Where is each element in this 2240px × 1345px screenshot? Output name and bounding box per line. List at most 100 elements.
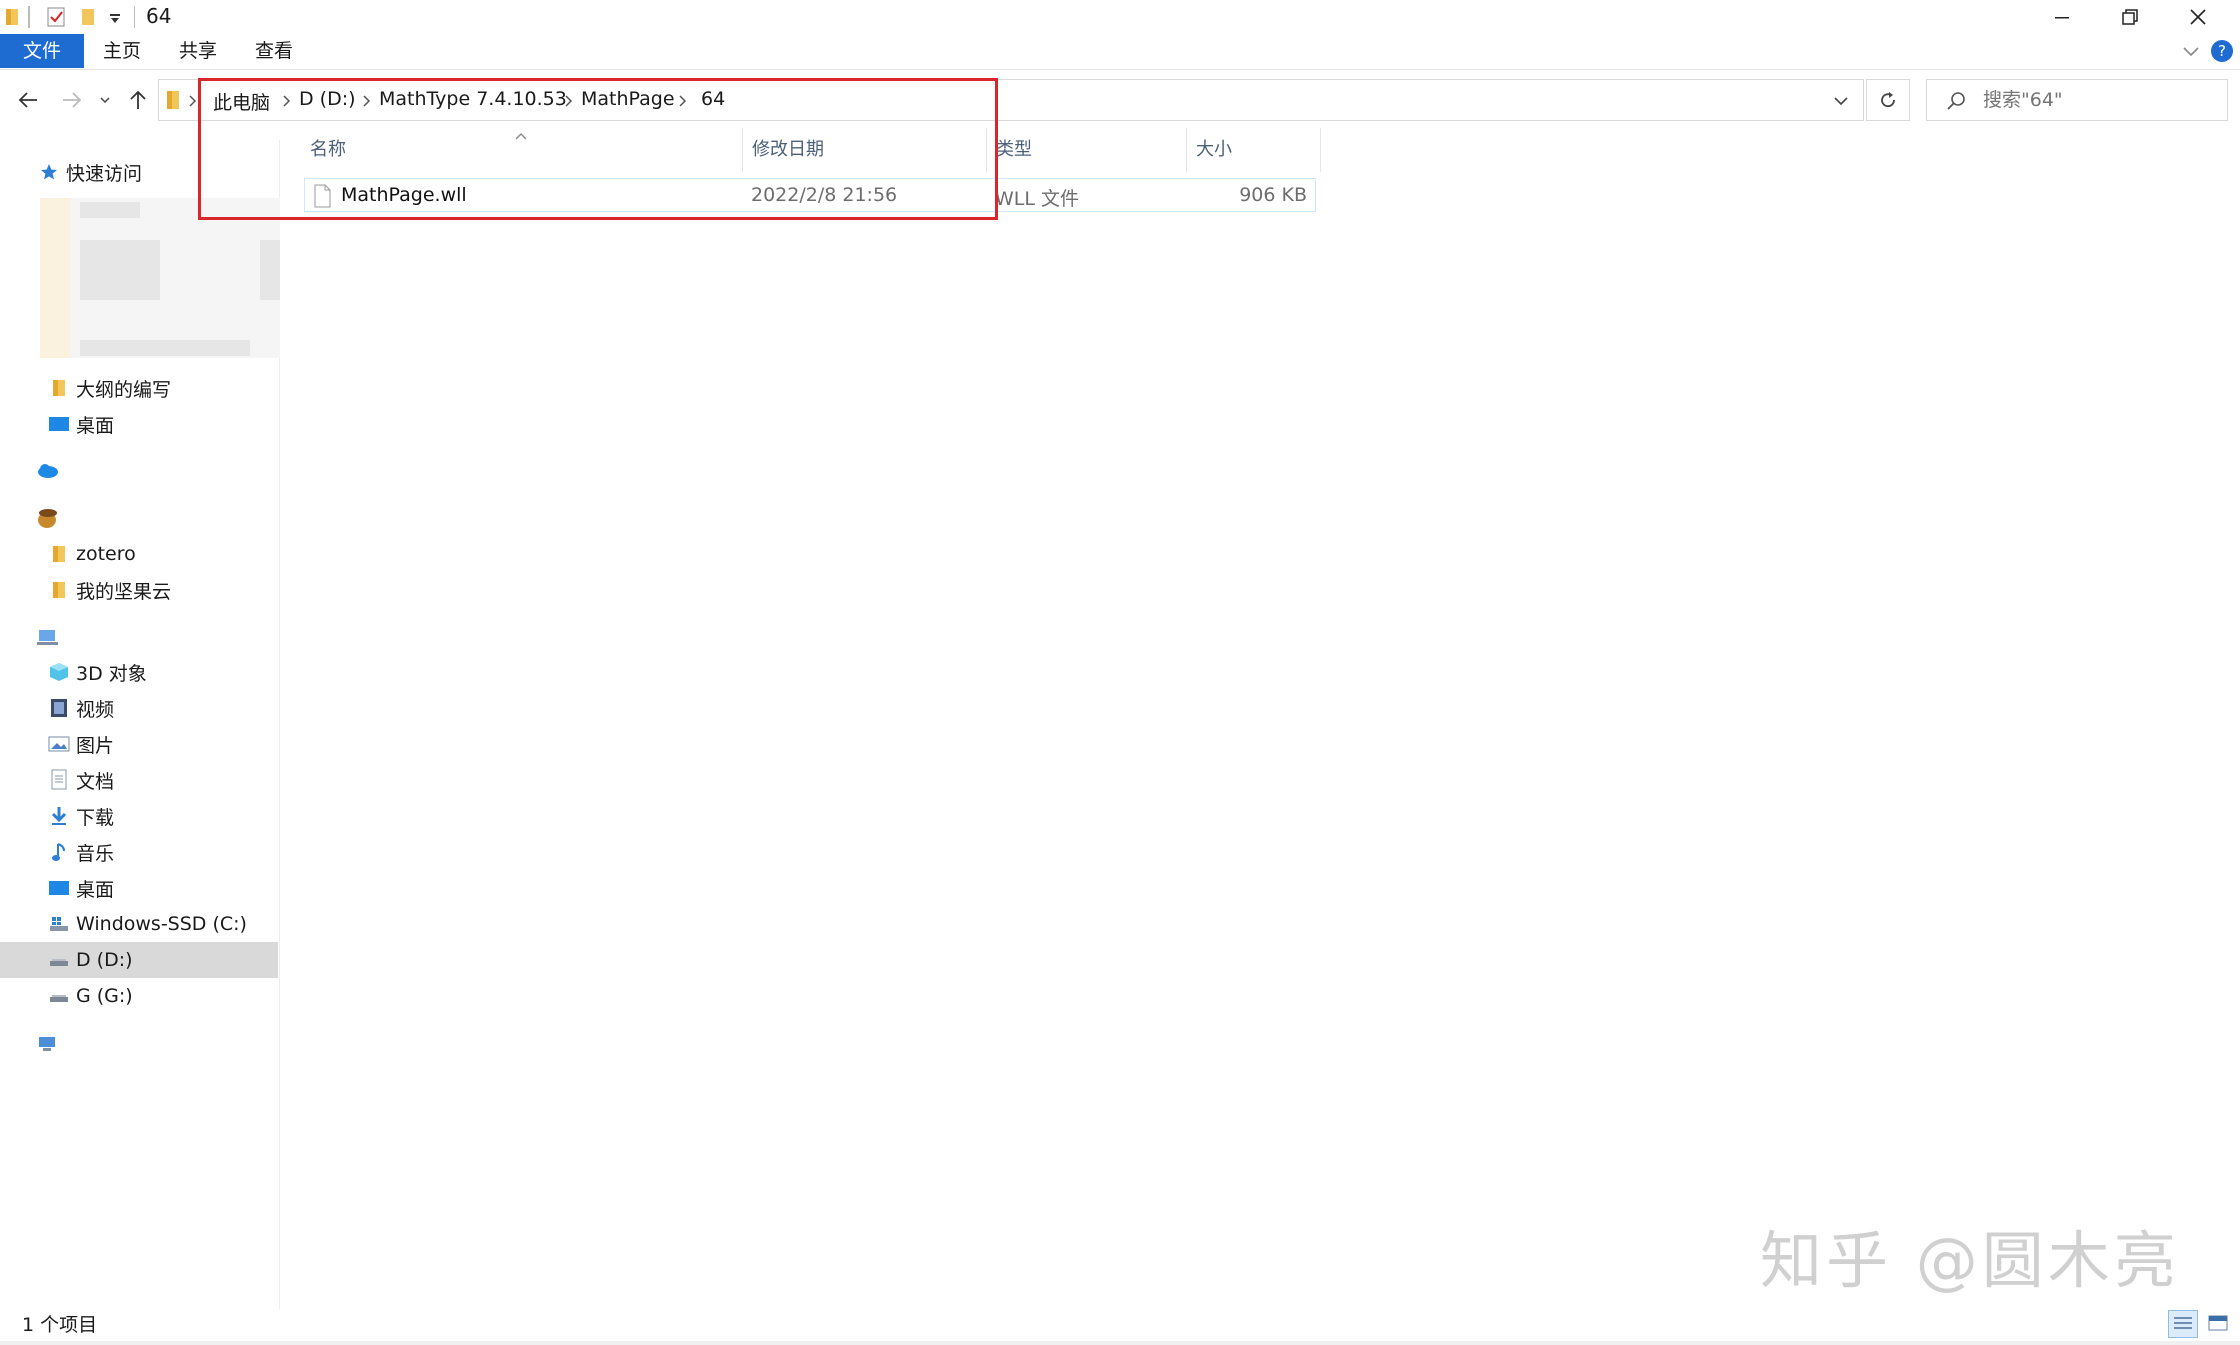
sidebar-item-videos[interactable]: 视频	[0, 690, 278, 726]
sidebar-item-music[interactable]: 音乐	[0, 834, 278, 870]
column-header-size[interactable]: 大小	[1186, 128, 1320, 172]
sidebar-item-my-nutstore[interactable]: 我的坚果云	[0, 572, 278, 608]
folder-icon	[165, 88, 181, 116]
close-button[interactable]	[2164, 0, 2232, 34]
blurred-region	[80, 340, 250, 356]
sidebar-item-label: 3D 对象	[76, 662, 147, 685]
details-view-icon	[2174, 1317, 2192, 1329]
sidebar-item-label: D (D:)	[76, 949, 133, 971]
blurred-region	[260, 240, 280, 300]
tab-home[interactable]: 主页	[94, 34, 150, 68]
close-icon	[2190, 9, 2206, 25]
star-icon	[38, 161, 60, 183]
sidebar-item-drive-d[interactable]: D (D:)	[0, 942, 278, 978]
ribbon: 文件 主页 共享 查看 ?	[0, 34, 2240, 70]
sidebar-item-label: 桌面	[76, 414, 115, 437]
download-icon	[48, 805, 70, 827]
restore-button[interactable]	[2096, 0, 2164, 34]
drive-icon	[48, 949, 70, 971]
sidebar-item-label: G (G:)	[76, 985, 133, 1007]
restore-icon	[2122, 9, 2138, 25]
pictures-icon	[48, 733, 70, 755]
cloud-icon	[36, 459, 58, 481]
sidebar-item-drive-g[interactable]: G (G:)	[0, 978, 278, 1014]
navigation-pane: 快速访问 大纲的编写 桌面 zotero 我的坚果云 3D 对象 视频 图片 文…	[0, 140, 280, 1310]
arrow-left-icon	[18, 92, 37, 108]
properties-icon[interactable]	[46, 6, 66, 28]
minimize-icon	[2055, 17, 2069, 19]
help-icon: ?	[2211, 40, 2233, 62]
refresh-icon	[1881, 92, 1895, 108]
sidebar-item-3d-objects[interactable]: 3D 对象	[0, 654, 278, 690]
search-icon	[1945, 90, 1967, 116]
folder-icon	[48, 579, 70, 601]
forward-button[interactable]	[56, 84, 88, 116]
sidebar-item-drive-c[interactable]: Windows-SSD (C:)	[0, 906, 278, 942]
help-button[interactable]: ?	[2210, 39, 2234, 67]
sidebar-item-label: Windows-SSD (C:)	[76, 913, 247, 935]
customize-quick-access-icon[interactable]	[108, 8, 128, 30]
sidebar-item-label: 文档	[76, 770, 115, 793]
sidebar-item-nutstore[interactable]	[0, 500, 278, 536]
sidebar-item-pictures[interactable]: 图片	[0, 726, 278, 762]
window-title: 64	[146, 4, 172, 28]
sidebar-item-label: 我的坚果云	[76, 580, 172, 603]
file-size: 906 KB	[1239, 184, 1307, 206]
item-count: 1 个项目	[22, 1314, 98, 1336]
chevron-down-icon	[1834, 97, 1848, 106]
details-view-button[interactable]	[2168, 1310, 2198, 1338]
sidebar-item-label: 桌面	[76, 878, 115, 901]
sidebar-item-downloads[interactable]: 下载	[0, 798, 278, 834]
refresh-button[interactable]	[1866, 79, 1910, 121]
expand-ribbon-button[interactable]	[2180, 40, 2202, 66]
horizontal-scrollbar[interactable]	[0, 1341, 2240, 1345]
up-button[interactable]	[122, 84, 154, 116]
column-divider[interactable]	[1320, 128, 1321, 172]
status-bar: 1 个项目	[0, 1304, 2240, 1345]
minimize-button[interactable]	[2028, 0, 2096, 34]
back-button[interactable]	[12, 84, 44, 116]
sidebar-item-label: 视频	[76, 698, 115, 721]
new-folder-icon[interactable]	[80, 6, 100, 28]
sidebar-item-network[interactable]	[0, 1026, 278, 1062]
acorn-icon	[36, 507, 58, 529]
sidebar-item-this-pc[interactable]	[0, 620, 278, 656]
chevron-right-icon[interactable]	[187, 93, 197, 112]
arrow-up-icon	[130, 90, 146, 109]
cube-icon	[48, 661, 70, 683]
separator	[28, 6, 30, 28]
large-icons-view-icon	[2208, 1315, 2228, 1331]
chevron-down-icon	[2183, 47, 2199, 57]
sidebar-item-label: 快速访问	[66, 162, 143, 185]
sidebar-item-cloud[interactable]	[0, 452, 278, 488]
sidebar-item-documents[interactable]: 文档	[0, 762, 278, 798]
sidebar-item-label: 图片	[76, 734, 115, 757]
sidebar-item-label: 下载	[76, 806, 115, 829]
folder-icon	[4, 6, 24, 28]
blurred-region	[80, 240, 160, 300]
separator	[134, 6, 135, 28]
tab-view[interactable]: 查看	[246, 34, 302, 68]
chevron-down-icon	[100, 97, 110, 104]
sidebar-item-desktop-pc[interactable]: 桌面	[0, 870, 278, 906]
search-input[interactable]	[1983, 87, 2213, 113]
search-box[interactable]	[1926, 79, 2228, 121]
computer-icon	[36, 627, 58, 649]
tab-share[interactable]: 共享	[170, 34, 226, 68]
large-icons-view-button[interactable]	[2204, 1310, 2234, 1338]
sidebar-item-zotero[interactable]: zotero	[0, 536, 278, 572]
sidebar-item-label: 音乐	[76, 842, 115, 865]
sidebar-item-label: zotero	[76, 543, 136, 565]
sidebar-item-outline[interactable]: 大纲的编写	[0, 370, 278, 406]
sidebar-item-desktop[interactable]: 桌面	[0, 406, 278, 442]
tab-file[interactable]: 文件	[0, 34, 84, 68]
recent-locations-button[interactable]	[94, 84, 116, 116]
address-history-button[interactable]	[1833, 93, 1849, 113]
blurred-region	[80, 202, 140, 218]
desktop-icon	[48, 877, 70, 899]
folder-icon	[48, 377, 70, 399]
video-icon	[48, 697, 70, 719]
blurred-region	[40, 198, 280, 358]
column-header-type[interactable]: 类型	[986, 128, 1186, 172]
blurred-region	[40, 198, 70, 358]
